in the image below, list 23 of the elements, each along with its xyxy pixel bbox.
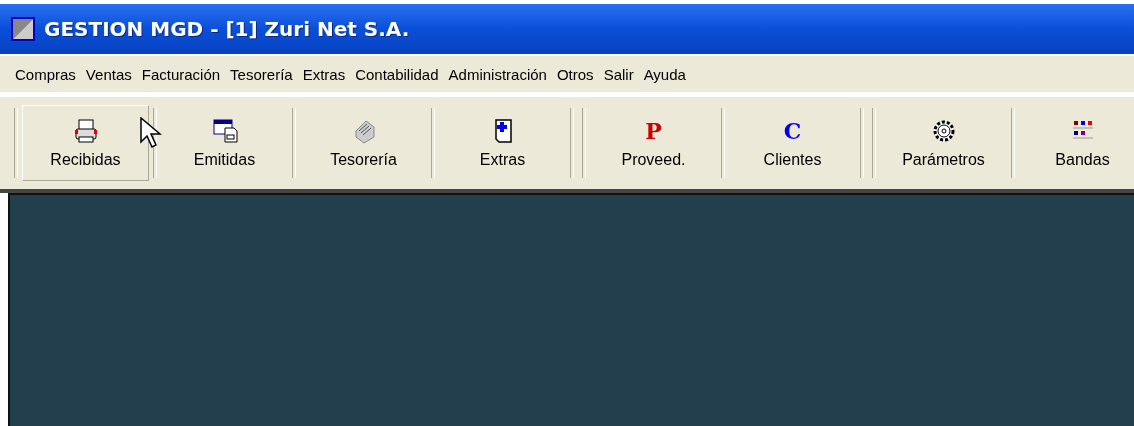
toolbar-button[interactable]: Recibidas — [22, 105, 149, 181]
toolbar-button[interactable]: Extras — [439, 105, 566, 181]
toolbar-button[interactable]: Tesorería — [300, 105, 427, 181]
menu-item[interactable]: Contabilidad — [350, 65, 444, 83]
app-icon — [10, 16, 36, 42]
menu-item[interactable]: Administración — [443, 65, 552, 83]
menu-item[interactable]: Salir — [598, 65, 639, 83]
toolbar-button[interactable]: P Proveed. — [590, 105, 717, 181]
toolbar-button[interactable]: C Clientes — [729, 105, 856, 181]
letter-icon: P — [645, 117, 662, 145]
window-document-icon — [210, 117, 239, 145]
toolbar-button[interactable]: Parámetros — [880, 105, 1007, 181]
toolbar-button[interactable]: Emitidas — [161, 105, 288, 181]
menu-item[interactable]: Ventas — [80, 65, 137, 83]
menu-item[interactable]: Facturación — [136, 65, 226, 83]
menu-item[interactable]: Tesorería — [225, 65, 298, 83]
toolbar-button[interactable]: Bandas — [1019, 105, 1134, 181]
menu-item[interactable]: Compras — [10, 65, 81, 83]
letter-icon: C — [783, 117, 802, 145]
menu-item[interactable]: Extras — [297, 65, 351, 83]
window-title: GESTION MGD - [1] Zuri Net S.A. — [44, 17, 410, 41]
menu-item[interactable]: Ayuda — [638, 65, 691, 83]
menu-item[interactable]: Otros — [551, 65, 599, 83]
